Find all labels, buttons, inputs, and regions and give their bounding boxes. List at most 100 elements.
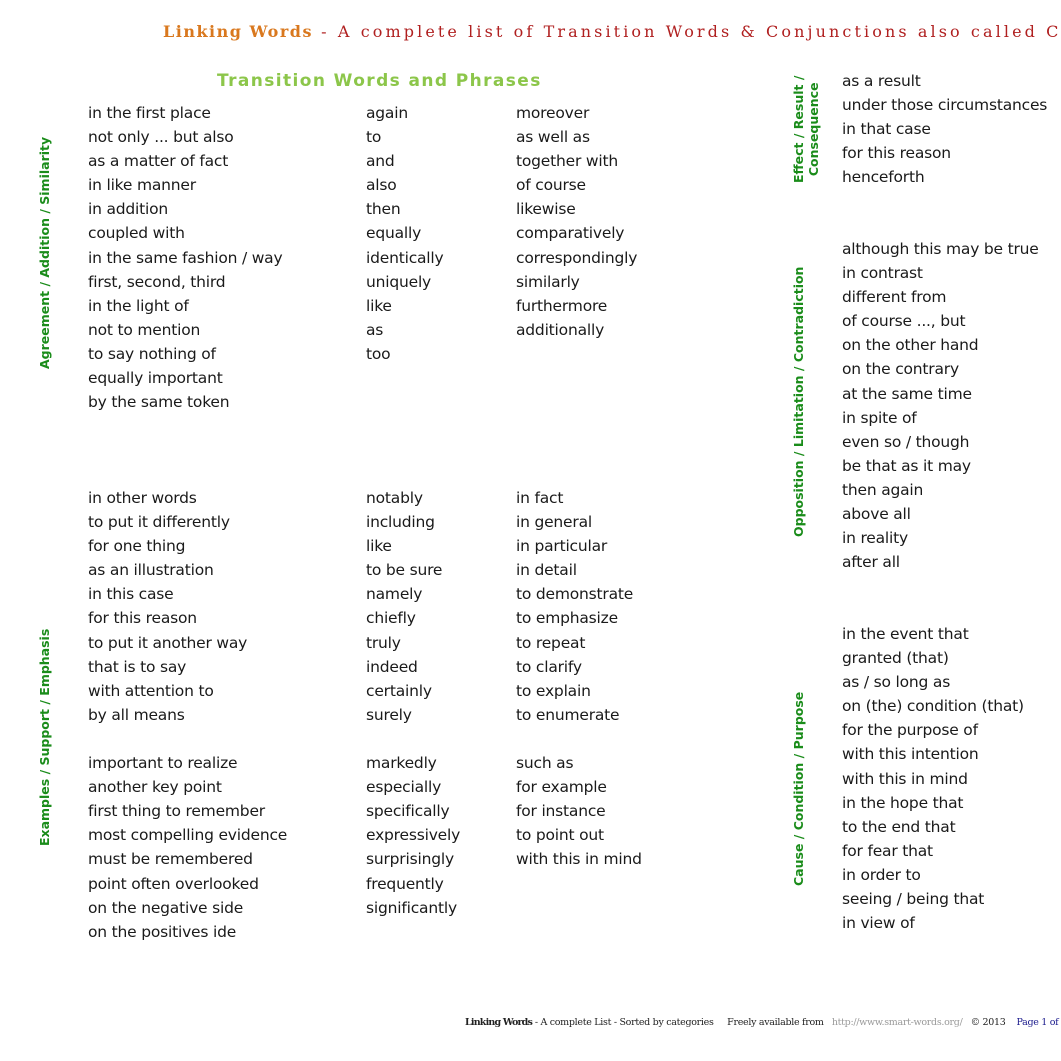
- phrase-item: in the hope that: [842, 793, 964, 812]
- phrase-item: not only ... but also: [88, 128, 234, 147]
- footer-page-number: Page 1 of 2: [1016, 1017, 1061, 1028]
- phrase-item: in the first place: [88, 104, 211, 122]
- phrase-item: then: [366, 200, 401, 219]
- phrase-item: surely: [366, 705, 412, 724]
- phrase-item: in the same fashion / way: [88, 248, 283, 267]
- phrase-item: surprisingly: [366, 850, 454, 869]
- phrase-item: by all means: [88, 705, 185, 724]
- phrase-item: for this reason: [88, 609, 197, 628]
- phrase-item: markedly: [366, 754, 437, 773]
- phrase-item: equally important: [88, 369, 223, 388]
- phrase-item: seeing / being that: [842, 890, 985, 909]
- phrase-item: in the event that: [842, 625, 969, 643]
- phrase-item: comparatively: [516, 224, 625, 243]
- phrase-item: to clarify: [516, 657, 582, 676]
- phrase-item: first thing to remember: [88, 802, 265, 821]
- phrase-item: as / so long as: [842, 673, 951, 692]
- examples-col-3: in fact in general in particular in detail t…: [516, 486, 642, 872]
- phrase-item: too: [366, 344, 391, 363]
- phrase-item: together with: [516, 152, 618, 171]
- phrase-item: as well as: [516, 128, 590, 147]
- phrase-item: and: [366, 152, 395, 171]
- phrase-item: uniquely: [366, 272, 432, 291]
- list-spacer: [366, 727, 460, 751]
- footer-url-link[interactable]: http://www.smart-words.org/: [832, 1017, 963, 1028]
- phrase-item: notably: [366, 489, 423, 507]
- phrase-item: especially: [366, 778, 442, 797]
- phrase-item: then again: [842, 480, 924, 499]
- agreement-col-1: in the first place not only ... but also a…: [88, 101, 283, 414]
- category-label-effect: Effect / Result / Consequence: [791, 76, 821, 183]
- phrase-item: coupled with: [88, 224, 185, 243]
- phrase-item: in view of: [842, 914, 915, 933]
- phrase-item: in general: [516, 513, 592, 532]
- phrase-item: after all: [842, 553, 900, 572]
- phrase-item: even so / though: [842, 432, 970, 451]
- footer-brand: Linking Words: [465, 1017, 533, 1028]
- phrase-item: such as: [516, 754, 574, 773]
- phrase-item: granted (that): [842, 649, 949, 668]
- phrase-item: for this reason: [842, 144, 951, 163]
- phrase-item: to put it another way: [88, 633, 248, 652]
- phrase-item: under those circumstances: [842, 96, 1048, 115]
- phrase-item: moreover: [516, 104, 590, 122]
- phrase-item: indeed: [366, 657, 418, 676]
- category-label-cause: Cause / Condition / Purpose: [791, 691, 806, 886]
- phrase-item: another key point: [88, 778, 222, 797]
- phrase-item: for instance: [516, 802, 606, 821]
- phrase-item: on the negative side: [88, 898, 244, 917]
- phrase-item: in order to: [842, 865, 921, 884]
- title-brand: Linking Words: [163, 22, 313, 41]
- phrase-item: to: [366, 128, 382, 147]
- list-spacer: [88, 727, 287, 751]
- phrase-item: in fact: [516, 489, 564, 507]
- phrase-item: important to realize: [88, 754, 238, 773]
- phrase-item: for fear that: [842, 841, 933, 860]
- phrase-item: likewise: [516, 200, 576, 219]
- phrase-item: point often overlooked: [88, 874, 259, 893]
- phrase-item: for example: [516, 778, 607, 797]
- examples-col-1: in other words to put it differently for o…: [88, 486, 287, 944]
- phrase-item: including: [366, 513, 435, 532]
- examples-col-2: notably including like to be sure namely chie…: [366, 486, 460, 920]
- phrase-item: in reality: [842, 529, 908, 548]
- phrase-item: again: [366, 104, 408, 122]
- category-label-examples: Examples / Support / Emphasis: [37, 628, 52, 846]
- section-title: Transition Words and Phrases: [217, 71, 542, 91]
- phrase-item: identically: [366, 248, 444, 267]
- effect-label-line2: Consequence: [806, 82, 821, 177]
- footer-description: - A complete List - Sorted by categories: [534, 1017, 714, 1028]
- phrase-item: on the contrary: [842, 360, 959, 379]
- phrase-item: chiefly: [366, 609, 416, 628]
- footer-availability: Freely available from: [727, 1017, 824, 1028]
- phrase-item: to be sure: [366, 561, 443, 580]
- cause-list: in the event that granted (that) as / so l…: [842, 622, 1024, 935]
- phrase-item: to explain: [516, 681, 591, 700]
- phrase-item: henceforth: [842, 168, 925, 187]
- phrase-item: as a result: [842, 72, 921, 90]
- phrase-item: in detail: [516, 561, 577, 580]
- phrase-item: as a matter of fact: [88, 152, 229, 171]
- phrase-item: in other words: [88, 489, 197, 507]
- document-title: Linking Words - A complete list of Trans…: [163, 22, 1061, 41]
- phrase-item: frequently: [366, 874, 444, 893]
- page-footer: Linking Words - A complete List - Sorted…: [465, 1017, 1061, 1028]
- category-label-agreement: Agreement / Addition / Similarity: [37, 136, 52, 369]
- phrase-item: first, second, third: [88, 272, 226, 291]
- phrase-item: to the end that: [842, 817, 956, 836]
- phrase-item: for one thing: [88, 537, 186, 556]
- phrase-item: as: [366, 320, 384, 339]
- phrase-item: above all: [842, 505, 911, 524]
- effect-label-line1: Effect / Result /: [791, 75, 806, 183]
- phrase-item: at the same time: [842, 384, 972, 403]
- phrase-item: furthermore: [516, 296, 608, 315]
- agreement-col-2: again to and also then equally identically uniq…: [366, 101, 444, 366]
- phrase-item: certainly: [366, 681, 432, 700]
- phrase-item: that is to say: [88, 657, 187, 676]
- phrase-item: like: [366, 296, 392, 315]
- phrase-item: like: [366, 537, 392, 556]
- phrase-item: with this in mind: [842, 769, 968, 788]
- phrase-item: in addition: [88, 200, 169, 219]
- list-spacer: [516, 727, 642, 751]
- phrase-item: although this may be true: [842, 240, 1039, 258]
